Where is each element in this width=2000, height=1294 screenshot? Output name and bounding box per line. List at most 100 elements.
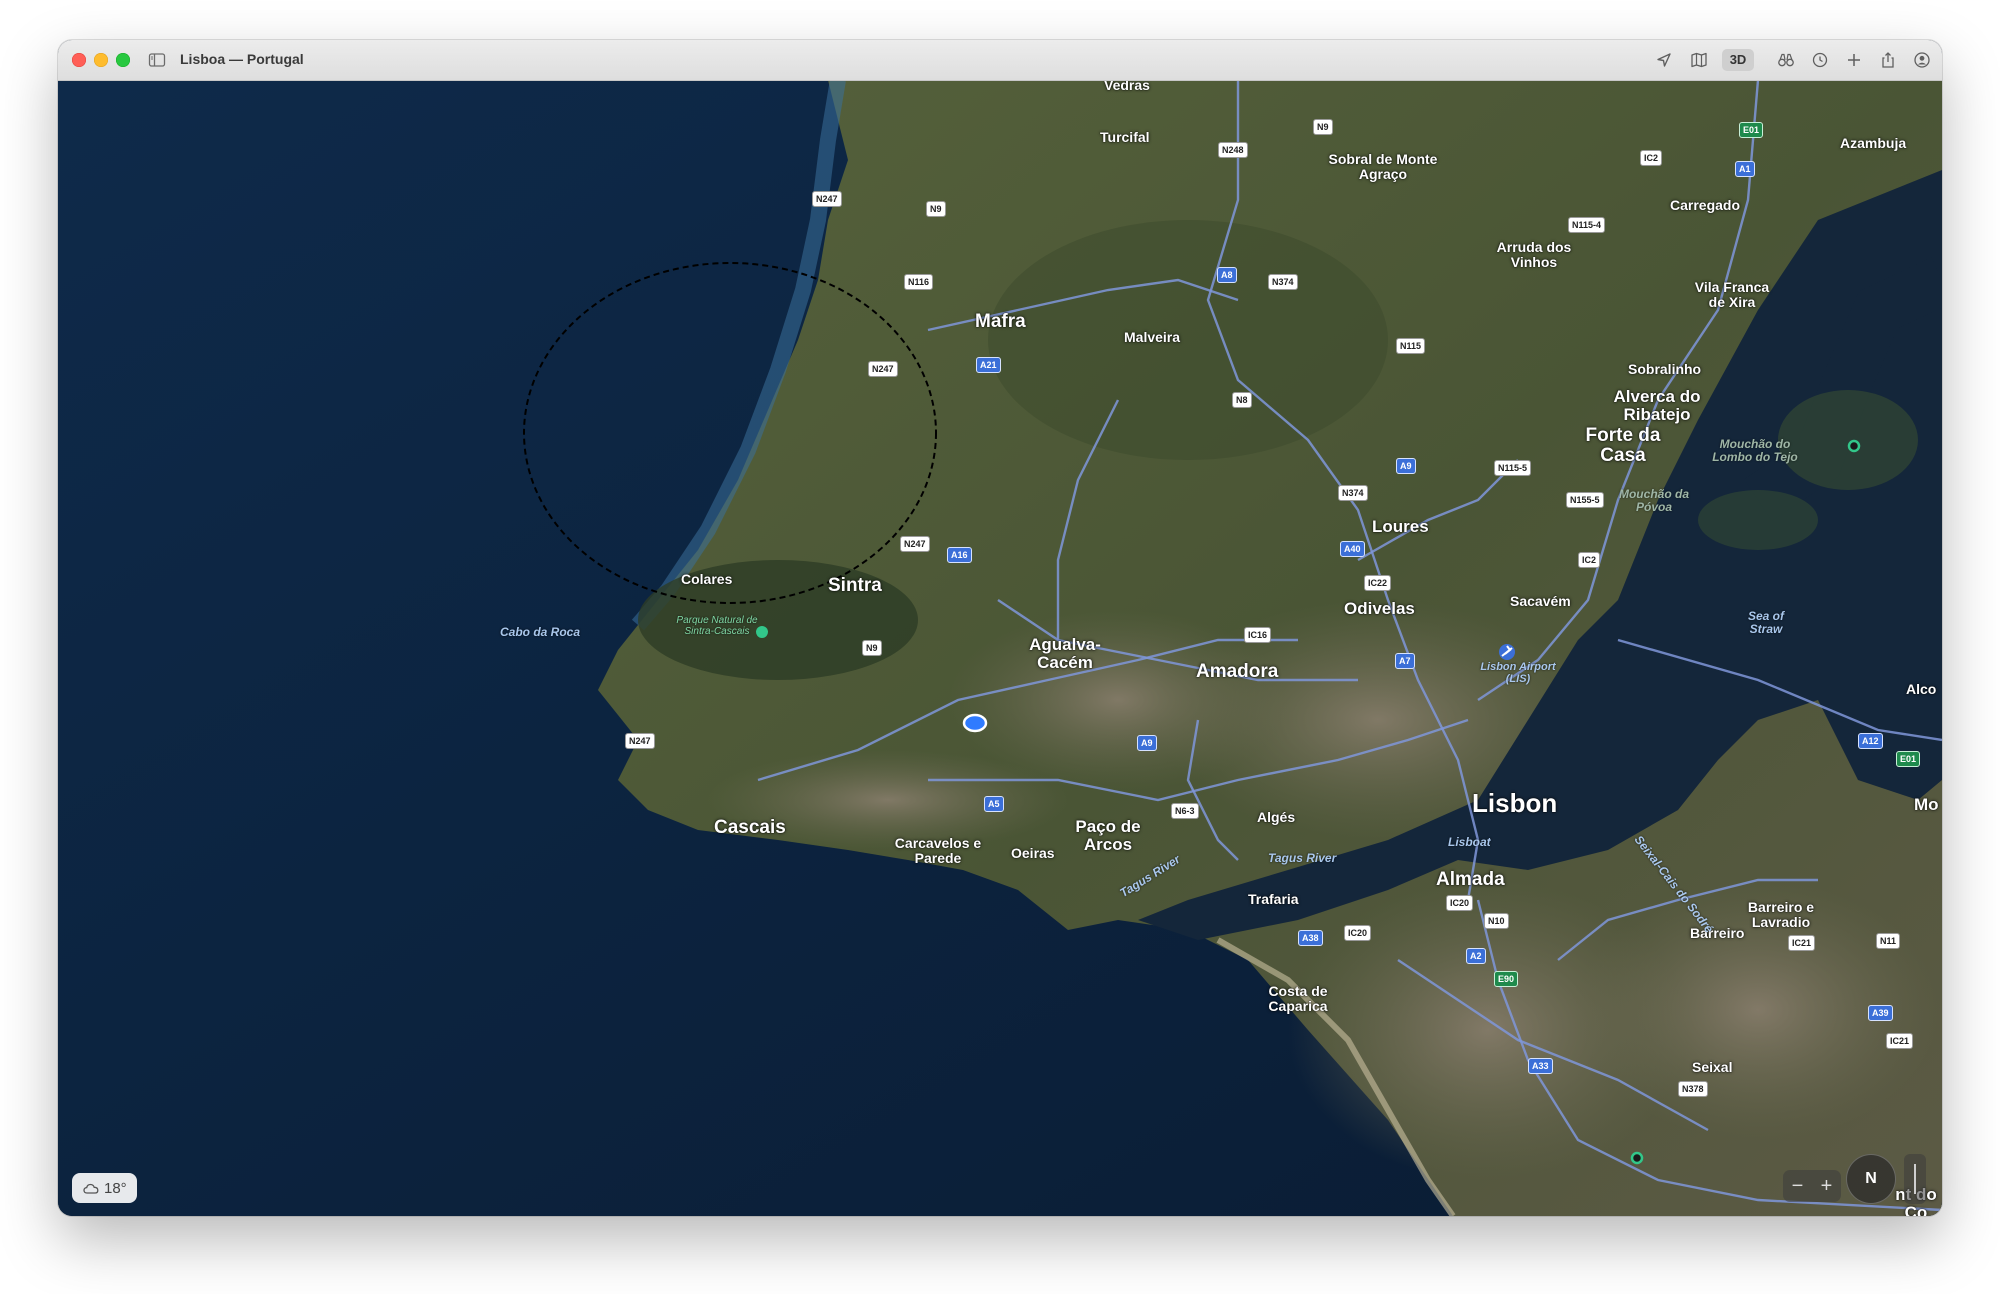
location-arrow-icon[interactable] [1654, 50, 1674, 70]
cloud-icon [83, 1183, 99, 1194]
title-bar: Lisboa — Portugal 3D [58, 40, 1942, 81]
road-shield: N374 [1338, 485, 1368, 501]
share-icon[interactable] [1878, 50, 1898, 70]
road-shield: IC21 [1886, 1033, 1914, 1049]
binoculars-icon[interactable] [1776, 50, 1796, 70]
place-label: Costa de Caparica [1268, 983, 1328, 1014]
place-label: Barreiro [1690, 925, 1745, 941]
road-shield: N247 [812, 191, 842, 207]
close-window-button[interactable] [72, 53, 86, 67]
road-shield: N248 [1218, 142, 1248, 158]
place-label: Carregado [1670, 197, 1741, 213]
road-shield: A1 [1735, 161, 1755, 177]
place-label: Trafaria [1248, 891, 1299, 907]
road-shield: A2 [1466, 948, 1486, 964]
map-view[interactable]: Vedras Turcifal Sobral de Monte Agraço A… [58, 78, 1942, 1216]
satellite-base-layer [58, 80, 1942, 1216]
place-label: Cascais [714, 817, 786, 838]
place-label: Alverca do Ribatejo [1613, 387, 1701, 424]
road-shield: A33 [1528, 1058, 1553, 1074]
road-shield: A21 [976, 357, 1001, 373]
sidebar-toggle-icon[interactable] [148, 51, 166, 69]
place-label: Agualva-Cacém [1029, 635, 1101, 672]
road-shield: N11 [1876, 933, 1901, 949]
road-shield: N8 [1232, 392, 1252, 408]
place-label: Barreiro e Lavradio [1747, 899, 1815, 930]
park-label: Parque Natural de Sintra-Cascais [676, 615, 758, 637]
zoom-out-button[interactable]: − [1792, 1175, 1804, 1198]
road-shield: E90 [1494, 971, 1519, 987]
road-shield: N9 [862, 640, 882, 656]
place-label: Seixal [1692, 1059, 1733, 1075]
weather-badge[interactable]: 18° [72, 1173, 137, 1203]
road-shield: N247 [868, 361, 898, 377]
road-shield: N115-4 [1568, 217, 1606, 233]
place-label: Mafra [975, 311, 1026, 332]
road-shield: E01 [1739, 122, 1764, 138]
road-shield: N115-5 [1494, 460, 1532, 476]
road-shield: N9 [1313, 119, 1333, 135]
road-shield: A38 [1298, 930, 1323, 946]
road-shield: A5 [984, 796, 1004, 812]
place-label: Odivelas [1344, 599, 1415, 618]
water-label: Tagus River [1268, 851, 1337, 865]
road-shield: IC2 [1640, 150, 1663, 166]
place-label: Malveira [1124, 329, 1181, 345]
road-shield: N378 [1678, 1081, 1708, 1097]
clock-rotate-icon[interactable] [1810, 50, 1830, 70]
view-3d-button[interactable]: 3D [1722, 49, 1754, 71]
minimize-window-button[interactable] [94, 53, 108, 67]
place-label: Forte da Casa [1585, 425, 1661, 466]
road-shield: N116 [904, 274, 934, 290]
road-shield: A9 [1137, 735, 1157, 751]
place-label: Algés [1257, 809, 1296, 825]
fullscreen-window-button[interactable] [116, 53, 130, 67]
road-shield: A9 [1396, 458, 1416, 474]
water-label: Lisboat [1448, 835, 1491, 849]
place-label: Loures [1372, 517, 1429, 536]
road-shield: N374 [1268, 274, 1298, 290]
marsh-label: Mouchão do Lombo do Tejo [1712, 437, 1798, 464]
road-shield: N115 [1396, 338, 1426, 354]
place-label: Azambuja [1840, 135, 1907, 151]
temperature-value: 18° [104, 1179, 127, 1197]
place-label: Sintra [828, 575, 882, 596]
place-label: Turcifal [1100, 129, 1150, 145]
maps-window: Lisboa — Portugal 3D Vedras Turcifal Sob… [58, 40, 1942, 1216]
road-shield: N9 [926, 201, 946, 217]
road-shield: A16 [947, 547, 972, 563]
road-shield: N10 [1484, 913, 1509, 929]
place-label: Alco [1906, 681, 1937, 697]
water-label: Cabo da Roca [500, 625, 581, 639]
pitch-slider[interactable] [1904, 1154, 1926, 1204]
plus-icon[interactable] [1844, 50, 1864, 70]
road-shield: IC16 [1244, 627, 1272, 643]
road-shield: IC22 [1364, 575, 1392, 591]
road-shield: IC21 [1788, 935, 1816, 951]
map-icon[interactable] [1689, 50, 1709, 70]
place-label: Paço de Arcos [1075, 817, 1141, 854]
road-shield: N247 [900, 536, 930, 552]
road-shield: E01 [1896, 751, 1921, 767]
road-shield: N6-3 [1171, 803, 1199, 819]
place-label: Sobral de Monte Agraço [1328, 151, 1438, 182]
place-label: Carcavelos e Parede [894, 835, 982, 866]
road-shield: A40 [1340, 541, 1365, 557]
place-label: Amadora [1196, 661, 1279, 682]
road-shield: A12 [1858, 733, 1883, 749]
airport-label: Lisbon Airport (LIS) [1480, 661, 1556, 685]
road-shield: IC2 [1578, 552, 1601, 568]
place-label: Oeiras [1011, 845, 1055, 861]
zoom-in-button[interactable]: + [1821, 1175, 1833, 1198]
place-label: Sacavém [1510, 593, 1571, 609]
compass-button[interactable]: N [1846, 1154, 1896, 1204]
road-shield: N155-5 [1566, 492, 1604, 508]
window-title: Lisboa — Portugal [180, 51, 304, 67]
place-label: Lisbon [1472, 788, 1558, 818]
road-shield: A39 [1868, 1005, 1893, 1021]
water-label: Sea of Straw [1747, 609, 1784, 636]
account-icon[interactable] [1912, 50, 1932, 70]
road-shield: A8 [1217, 267, 1237, 283]
road-shield: A7 [1395, 653, 1415, 669]
road-shield: IC20 [1446, 895, 1474, 911]
